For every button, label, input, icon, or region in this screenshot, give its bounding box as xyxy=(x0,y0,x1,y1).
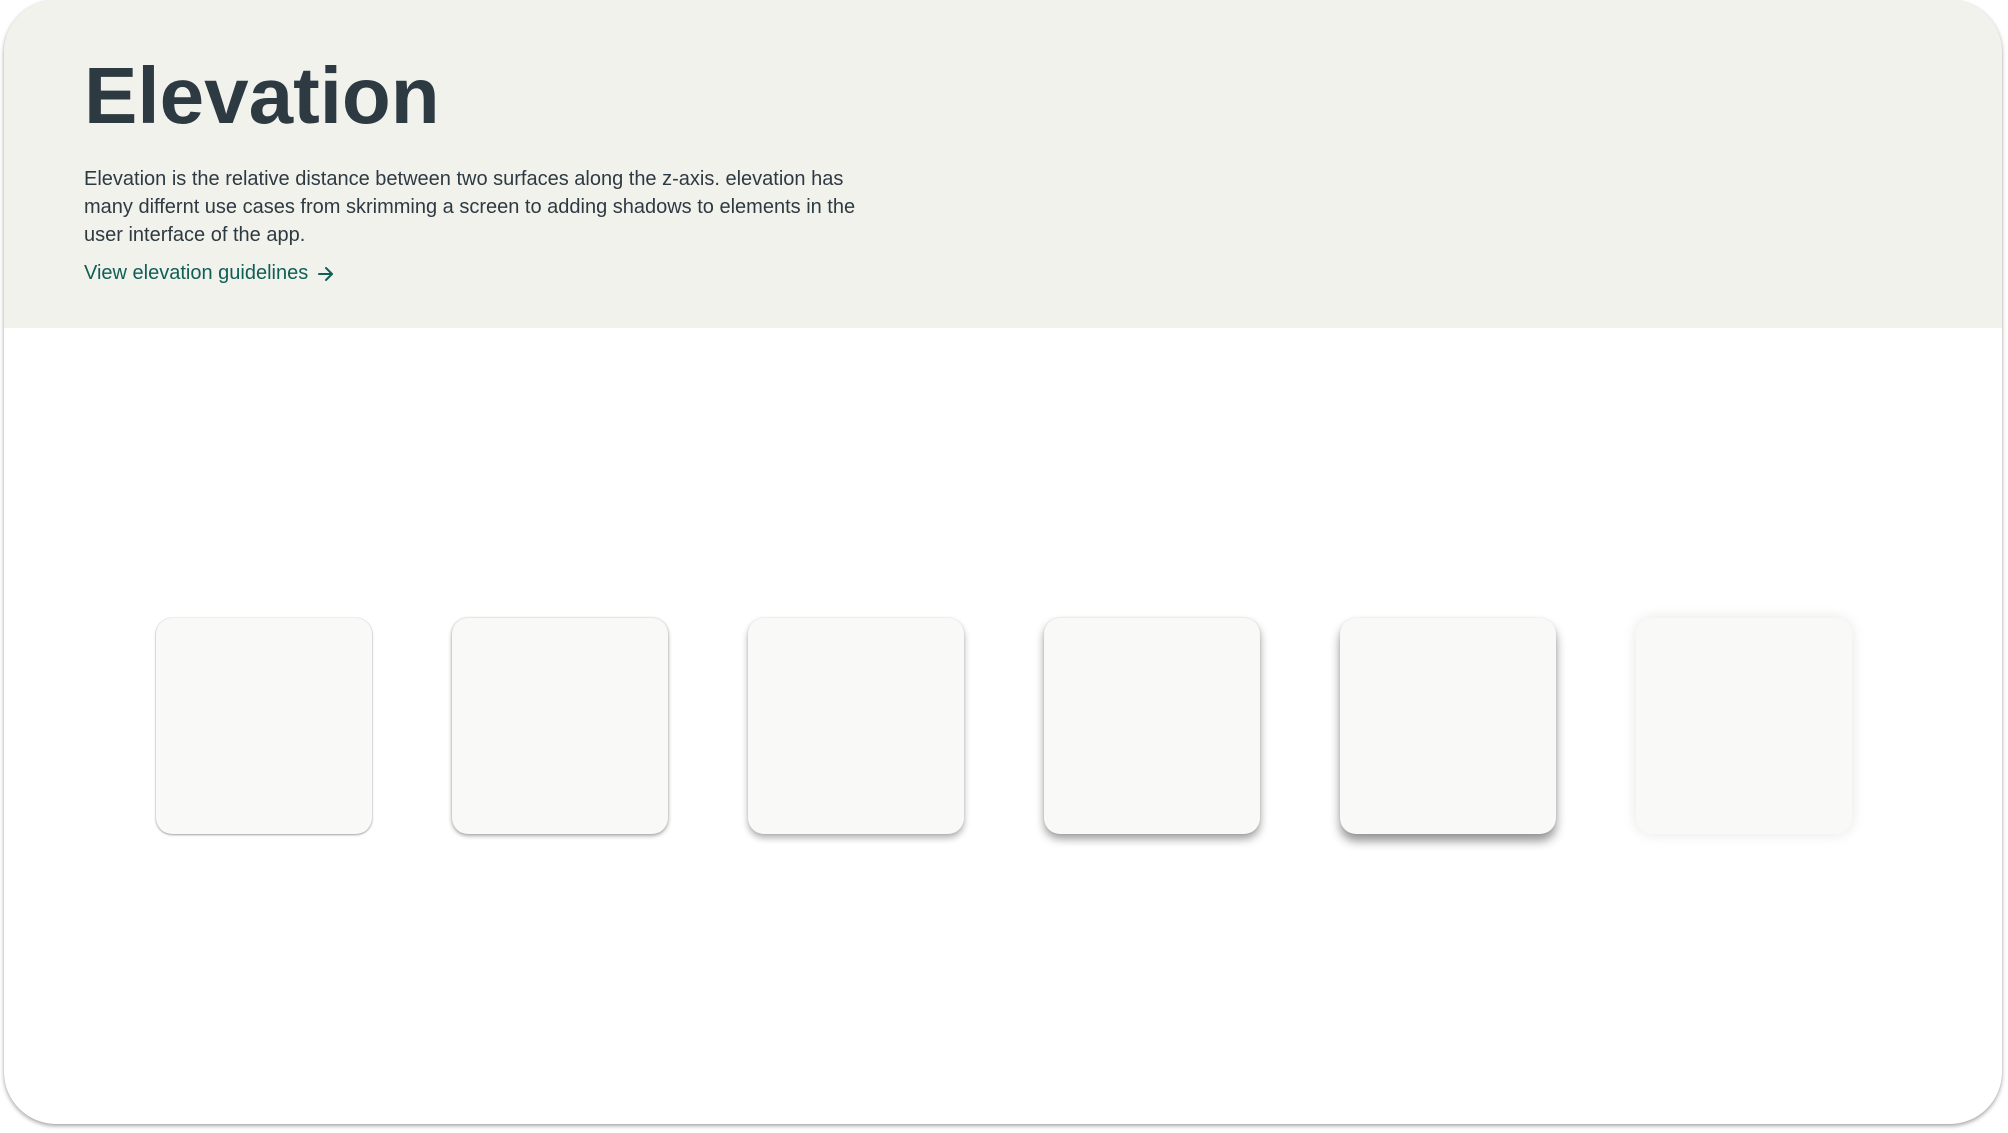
elevation-page: Elevation Elevation is the relative dist… xyxy=(4,0,2002,1124)
elevation-card-level-1 xyxy=(156,618,372,834)
page-header: Elevation Elevation is the relative dist… xyxy=(4,0,2002,328)
view-guidelines-link[interactable]: View elevation guidelines xyxy=(84,262,336,285)
page-title: Elevation xyxy=(84,51,440,140)
arrow-right-icon xyxy=(318,266,334,281)
elevation-card-level-2 xyxy=(452,618,668,834)
elevation-card-level-4 xyxy=(1044,618,1260,834)
elevation-card-level-6 xyxy=(1636,618,1852,834)
elevation-card-level-5 xyxy=(1340,618,1556,834)
view-guidelines-label: View elevation guidelines xyxy=(84,262,309,284)
page-description: Elevation is the relative distance betwe… xyxy=(84,168,856,246)
elevation-card-level-3 xyxy=(748,618,964,834)
